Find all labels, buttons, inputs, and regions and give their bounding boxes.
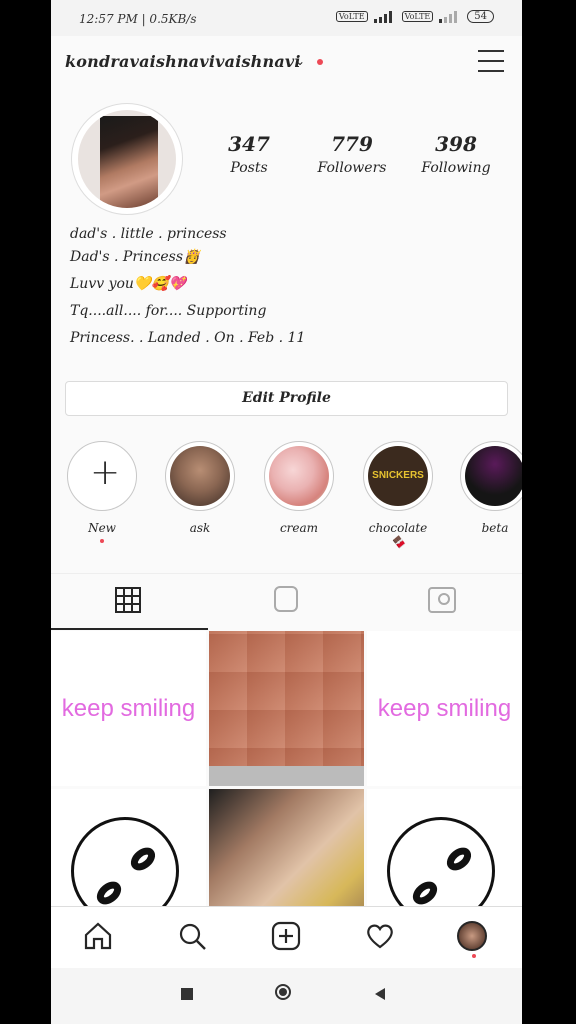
stat-posts[interactable]: 347 Posts [204,132,294,176]
chevron-down-icon[interactable]: ⌄ [295,54,305,68]
sim2-badge: VoLTE [401,11,434,22]
profile-tabs [51,573,522,630]
bio-line-3: Luvv you💛🥰💖 [70,276,187,292]
stat-followers-count: 779 [331,132,373,156]
tab-grid[interactable] [51,574,208,630]
highlight-cream[interactable]: cream [263,441,335,535]
highlight-label: ask [189,521,211,535]
profile-avatar-nav[interactable] [457,921,491,958]
app-screen: 12:57 PM | 0.5KB/s VoLTE VoLTE 54 kondra… [51,0,522,1024]
bio-line-2: Dad's . Princess👸 [70,249,201,265]
chain-icon [412,847,472,905]
notification-dot [317,59,323,65]
stat-posts-count: 347 [228,132,270,156]
recents-button[interactable] [181,988,193,1000]
highlight-label: beta [481,521,509,535]
tab-tagged[interactable] [365,574,522,630]
highlight-new[interactable]: + New [66,441,138,543]
home-button[interactable] [275,984,291,1000]
highlight-label: cream [279,521,319,535]
stat-followers[interactable]: 779 Followers [307,132,397,176]
snickers-text: SNICKERS [368,446,428,506]
stat-following-label: Following [421,160,491,176]
new-dot [100,539,104,543]
home-icon[interactable] [81,921,115,955]
status-bar: 12:57 PM | 0.5KB/s VoLTE VoLTE 54 [51,0,522,36]
bio-line-1: dad's . little . princess [70,226,227,242]
stat-following-count: 398 [435,132,477,156]
tagged-icon [428,587,456,613]
chain-icon [96,847,156,905]
highlight-chocolate[interactable]: SNICKERS chocolate🍫 [362,441,434,549]
tab-igtv[interactable] [208,574,365,630]
system-nav-bar [51,968,522,1024]
highlight-label: New [88,521,116,535]
search-icon[interactable] [175,921,209,955]
post-keep-smiling[interactable]: keep smiling [51,631,206,786]
bio-line-5: Princess. . Landed . On . Feb . 11 [70,330,306,346]
post-keep-smiling-2[interactable]: keep smiling [367,631,522,786]
add-post-icon[interactable] [269,921,303,955]
stat-posts-label: Posts [230,160,268,176]
status-time: 12:57 PM | 0.5KB/s [79,12,197,26]
highlight-ask[interactable]: ask [164,441,236,535]
profile-avatar[interactable] [71,103,183,215]
stat-following[interactable]: 398 Following [411,132,501,176]
menu-icon[interactable] [478,50,504,72]
status-icons: VoLTE VoLTE 54 [335,10,494,23]
battery-indicator: 54 [467,10,494,23]
edit-profile-button[interactable]: Edit Profile [65,381,508,416]
tv-icon [274,586,298,612]
bio-line-4: Tq....all.... for.... Supporting [70,303,267,319]
bottom-nav [51,906,522,969]
highlight-label: chocolate🍫 [368,521,428,549]
post-collage[interactable] [209,631,364,786]
signal-icon-2 [439,10,458,23]
username[interactable]: kondravaishnavivaishnavi [65,52,301,71]
heart-icon[interactable] [363,921,397,955]
grid-icon [115,587,141,613]
highlight-beta[interactable]: beta [459,441,522,535]
signal-icon [373,10,392,23]
back-button[interactable] [373,986,387,1002]
plus-icon: + [90,452,121,493]
stat-followers-label: Followers [317,160,387,176]
profile-header: kondravaishnavivaishnavi ⌄ [51,36,522,92]
sim1-badge: VoLTE [335,11,368,22]
